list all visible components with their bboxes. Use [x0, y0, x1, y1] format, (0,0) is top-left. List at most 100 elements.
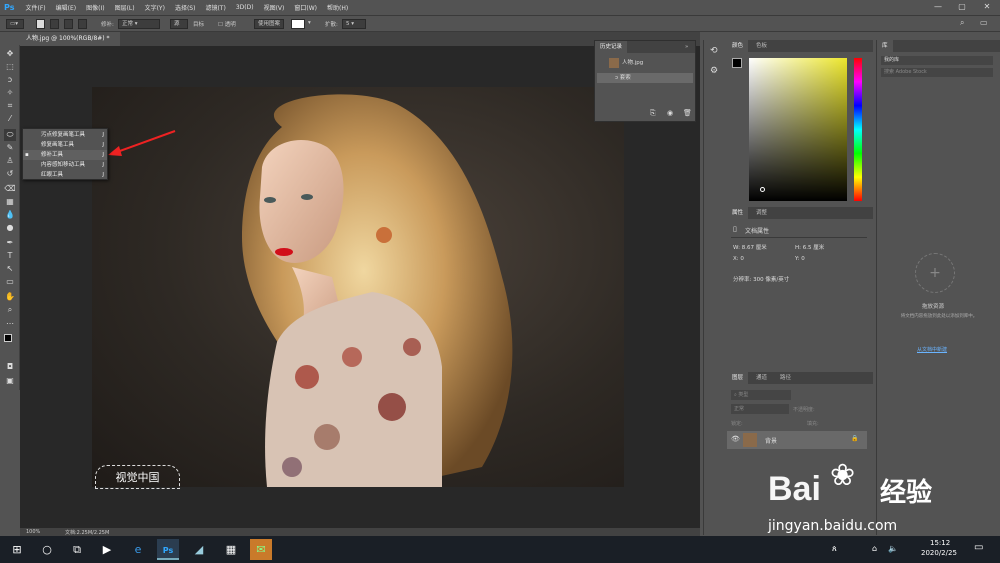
pattern-swatch[interactable]	[291, 19, 305, 29]
foreground-color-swatch[interactable]	[732, 58, 742, 68]
create-from-document-link[interactable]: 从文档中新建	[917, 346, 947, 353]
workspace-icon[interactable]: ▭	[980, 18, 988, 27]
tab-libraries[interactable]: 库	[877, 40, 893, 52]
healing-brush-item[interactable]: 修复画笔工具 J	[23, 140, 107, 150]
task-view-icon[interactable]: ⧉	[66, 539, 88, 560]
stamp-tool-icon[interactable]: ♙	[4, 155, 16, 167]
transparent-checkbox[interactable]: ☐ 透明	[218, 20, 236, 28]
menu-filter[interactable]: 滤镜(T)	[200, 3, 230, 12]
volume-icon[interactable]: 🔈	[888, 544, 898, 553]
zoom-level[interactable]: 100%	[26, 529, 40, 535]
files-app-icon[interactable]: ◢	[188, 539, 210, 560]
subtract-selection-icon[interactable]	[64, 19, 73, 29]
new-selection-icon[interactable]	[36, 19, 45, 29]
history-state-lasso[interactable]: ↄ 套索	[597, 73, 693, 83]
lasso-tool-icon[interactable]: ↄ	[4, 74, 16, 86]
content-aware-move-item[interactable]: 内容感知移动工具 J	[23, 160, 107, 170]
tab-swatches[interactable]: 色板	[751, 40, 772, 52]
gradient-tool-icon[interactable]: ▦	[4, 196, 16, 208]
quick-mask-icon[interactable]: ◘	[4, 361, 16, 373]
rectangle-tool-icon[interactable]: ▭	[4, 276, 16, 288]
patch-mode-select[interactable]: 正常 ▾	[118, 19, 160, 29]
tab-adjustments[interactable]: 调整	[751, 207, 772, 219]
tab-layers[interactable]: 图层	[727, 372, 749, 384]
intersect-selection-icon[interactable]	[78, 19, 87, 29]
people-icon[interactable]: ጰ	[832, 544, 837, 554]
color-picker-ring[interactable]	[760, 187, 765, 192]
history-brush-tool-icon[interactable]: ↺	[4, 168, 16, 180]
menu-3d[interactable]: 3D(D)	[231, 4, 259, 11]
color-field[interactable]	[749, 58, 847, 201]
photos-app-icon[interactable]: ▦	[220, 539, 242, 560]
maximize-button[interactable]: ▢	[950, 0, 974, 15]
search-icon[interactable]: ⌕	[960, 18, 964, 28]
layer-blend-mode-select[interactable]: 正常	[731, 404, 789, 414]
menu-type[interactable]: 文字(Y)	[140, 3, 170, 12]
visibility-eye-icon[interactable]: 👁	[731, 435, 740, 443]
tab-paths[interactable]: 路径	[775, 372, 796, 384]
edge-browser-icon[interactable]: e	[127, 539, 149, 560]
trash-icon[interactable]: 🗑	[683, 109, 692, 117]
hue-slider[interactable]	[854, 58, 862, 201]
red-eye-tool-item[interactable]: 红眼工具 J	[23, 170, 107, 180]
menu-window[interactable]: 窗口(W)	[289, 3, 322, 12]
menu-edit[interactable]: 编辑(E)	[51, 3, 81, 12]
blur-tool-icon[interactable]: 💧	[4, 209, 16, 221]
search-icon[interactable]: ○	[36, 539, 58, 560]
new-document-from-state-icon[interactable]: ⎘	[650, 109, 656, 118]
patch-tool-icon[interactable]: ⬭	[4, 129, 16, 141]
clock-time[interactable]: 15:12	[930, 539, 950, 547]
library-dropdown[interactable]: 我的库	[881, 56, 993, 65]
path-select-tool-icon[interactable]: ↖	[4, 263, 16, 275]
hand-tool-icon[interactable]: ✋	[4, 291, 16, 303]
history-snapshot[interactable]: 人物.jpg	[597, 56, 693, 70]
history-panel-icon[interactable]: ⟲	[710, 46, 718, 56]
screen-mode-icon[interactable]: ▣	[4, 375, 16, 387]
tab-history[interactable]: 历史记录	[595, 41, 628, 53]
tab-properties[interactable]: 属性	[727, 207, 749, 219]
network-icon[interactable]: ⌂	[872, 544, 877, 553]
windows-start-icon[interactable]: ⊞	[6, 539, 28, 560]
wechat-icon[interactable]: ✉	[250, 539, 272, 560]
tab-color[interactable]: 颜色	[727, 40, 749, 52]
eraser-tool-icon[interactable]: ⌫	[4, 183, 16, 195]
menu-file[interactable]: 文件(F)	[20, 3, 50, 12]
minimize-button[interactable]: —	[926, 0, 950, 15]
add-asset-icon[interactable]: +	[915, 253, 955, 293]
more-tools-icon[interactable]: ⋯	[4, 318, 16, 330]
menu-layer[interactable]: 图层(L)	[110, 3, 140, 12]
collapse-panel-icon[interactable]: »	[680, 41, 693, 53]
spot-healing-brush-item[interactable]: 污点修复画笔工具 J	[23, 130, 107, 140]
use-pattern-button[interactable]: 使用图案	[254, 19, 284, 29]
document-tab[interactable]: 人物.jpg @ 100%(RGB/8#) * ×	[20, 32, 120, 56]
brush-tool-icon[interactable]: ✎	[4, 142, 16, 154]
layer-row-background[interactable]: 👁 背景 🔒	[727, 431, 867, 449]
menu-help[interactable]: 帮助(H)	[322, 3, 353, 12]
eyedropper-tool-icon[interactable]: ⁄	[4, 113, 16, 125]
type-tool-icon[interactable]: T	[4, 250, 16, 262]
properties-panel-icon[interactable]: ⚙	[710, 66, 718, 76]
patch-tool-item[interactable]: ▪ 修补工具 J	[23, 150, 107, 160]
notification-icon[interactable]: ▭	[974, 542, 983, 553]
add-selection-icon[interactable]	[50, 19, 59, 29]
foreground-color-swatch[interactable]	[4, 334, 12, 342]
layer-filter-select[interactable]: ⌕ 类型	[731, 390, 791, 400]
menu-view[interactable]: 视图(V)	[259, 3, 290, 12]
stock-search-input[interactable]: 搜索 Adobe Stock	[881, 68, 993, 77]
dodge-tool-icon[interactable]: ●	[4, 222, 16, 234]
tab-channels[interactable]: 通道	[751, 372, 772, 384]
crop-tool-icon[interactable]: ⌗	[4, 100, 16, 112]
pen-tool-icon[interactable]: ✒	[4, 237, 16, 249]
tool-preset-picker[interactable]: ▭▾	[6, 19, 24, 29]
camera-icon[interactable]: ◉	[667, 109, 673, 117]
media-app-icon[interactable]: ▶	[96, 539, 118, 560]
target-radio[interactable]: 目标	[193, 20, 204, 28]
pattern-dropdown-icon[interactable]: ▾	[308, 20, 311, 26]
clock-date[interactable]: 2020/2/25	[921, 549, 957, 557]
spread-input[interactable]: 5 ▾	[342, 19, 366, 29]
source-radio[interactable]: 源	[170, 19, 188, 29]
photoshop-taskbar-icon[interactable]: Ps	[157, 539, 179, 560]
marquee-tool-icon[interactable]: ⬚	[4, 61, 16, 73]
magic-wand-tool-icon[interactable]: ✧	[4, 87, 16, 99]
menu-image[interactable]: 图像(I)	[81, 3, 109, 12]
